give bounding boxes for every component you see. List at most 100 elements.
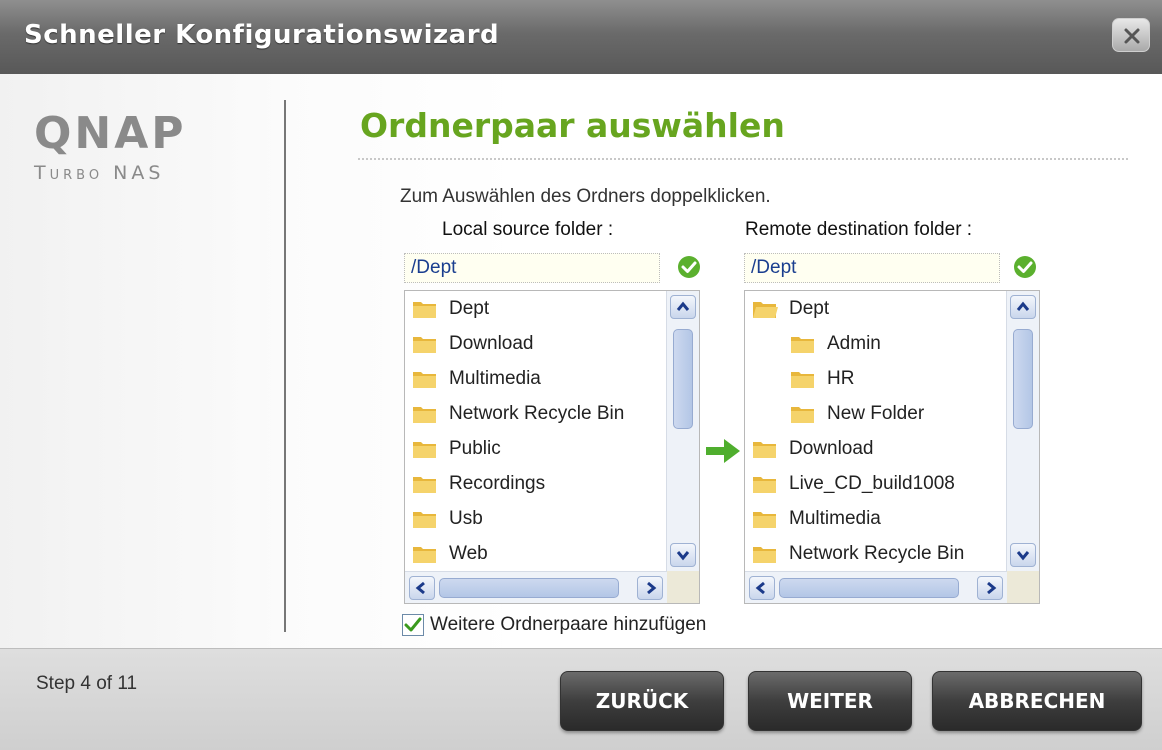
page-title: Ordnerpaar auswählen bbox=[360, 106, 785, 145]
scroll-right-button[interactable] bbox=[977, 576, 1003, 600]
folder-icon bbox=[753, 476, 776, 493]
scroll-up-button[interactable] bbox=[1010, 295, 1036, 319]
folder-tree-item[interactable]: New Folder bbox=[745, 396, 1007, 431]
folder-name: Download bbox=[449, 332, 534, 354]
remote-vertical-scrollbar[interactable] bbox=[1006, 291, 1039, 571]
close-button[interactable] bbox=[1112, 18, 1150, 52]
back-button[interactable]: ZURÜCK bbox=[560, 671, 724, 731]
folder-name: Public bbox=[449, 437, 501, 459]
folder-name: Usb bbox=[449, 507, 483, 529]
folder-tree-item[interactable]: Usb bbox=[405, 501, 667, 536]
folder-tree-item[interactable]: Download bbox=[745, 431, 1007, 466]
chevron-right-icon bbox=[987, 581, 997, 595]
folder-icon bbox=[413, 301, 436, 318]
remote-folder-rows: Dept Admin HR New Folder Download Live_CD_bui… bbox=[745, 291, 1007, 571]
remote-folder-tree[interactable]: Dept Admin HR New Folder Download Live_CD_bui… bbox=[744, 290, 1040, 604]
folder-tree-item[interactable]: HR bbox=[745, 361, 1007, 396]
folder-tree-item[interactable]: Download bbox=[405, 326, 667, 361]
folder-icon bbox=[413, 441, 436, 458]
local-path-field[interactable]: /Dept bbox=[404, 253, 660, 283]
chevron-right-icon bbox=[647, 581, 657, 595]
folder-name: Admin bbox=[827, 332, 881, 354]
arrow-right-icon bbox=[706, 439, 740, 463]
folder-icon bbox=[413, 406, 436, 423]
folder-tree-item[interactable]: Public bbox=[405, 431, 667, 466]
wizard-footer: Step 4 of 11 ZURÜCK WEITER ABBRECHEN bbox=[0, 648, 1162, 750]
folder-name: Live_CD_build1008 bbox=[789, 472, 955, 494]
folder-icon bbox=[791, 371, 814, 388]
folder-name: Multimedia bbox=[449, 367, 541, 389]
folder-tree-item[interactable]: Network Recycle Bin bbox=[745, 536, 1007, 571]
remote-path-field[interactable]: /Dept bbox=[744, 253, 1000, 283]
scroll-right-button[interactable] bbox=[637, 576, 663, 600]
chevron-down-icon bbox=[1016, 551, 1030, 561]
chevron-up-icon bbox=[1016, 301, 1030, 311]
folder-icon bbox=[753, 511, 776, 528]
add-more-pairs-checkbox[interactable] bbox=[402, 614, 424, 636]
folder-name: Download bbox=[789, 437, 874, 459]
add-more-pairs-label: Weitere Ordnerpaare hinzufügen bbox=[430, 614, 707, 635]
title-bar: Schneller Konfigurationswizard bbox=[0, 0, 1162, 75]
instruction-text: Zum Auswählen des Ordners doppelklicken. bbox=[400, 186, 771, 207]
folder-icon bbox=[753, 546, 776, 563]
folder-tree-item[interactable]: Network Recycle Bin bbox=[405, 396, 667, 431]
chevron-up-icon bbox=[676, 301, 690, 311]
folder-tree-item[interactable]: Recordings bbox=[405, 466, 667, 501]
brand-subtitle: Turbo NAS bbox=[34, 162, 165, 184]
chevron-down-icon bbox=[676, 551, 690, 561]
qnap-logo: QNAP bbox=[34, 108, 187, 159]
scroll-thumb[interactable] bbox=[1013, 329, 1033, 429]
local-folder-label: Local source folder : bbox=[442, 219, 614, 240]
remote-folder-label: Remote destination folder : bbox=[745, 219, 973, 240]
chevron-left-icon bbox=[415, 581, 425, 595]
cancel-button[interactable]: ABBRECHEN bbox=[932, 671, 1142, 731]
next-button[interactable]: WEITER bbox=[748, 671, 912, 731]
local-vertical-scrollbar[interactable] bbox=[666, 291, 699, 571]
folder-icon bbox=[413, 476, 436, 493]
scroll-down-button[interactable] bbox=[1010, 543, 1036, 567]
folder-tree-item[interactable]: Multimedia bbox=[745, 501, 1007, 536]
folder-name: Web bbox=[449, 542, 488, 564]
folder-tree-item[interactable]: Web bbox=[405, 536, 667, 571]
folder-tree-item[interactable]: Admin bbox=[745, 326, 1007, 361]
folder-name: Network Recycle Bin bbox=[449, 402, 625, 424]
check-circle-icon bbox=[1014, 256, 1036, 278]
chevron-left-icon bbox=[755, 581, 765, 595]
folder-icon bbox=[791, 336, 814, 353]
folder-tree-item[interactable]: Live_CD_build1008 bbox=[745, 466, 1007, 501]
folder-name: Network Recycle Bin bbox=[789, 542, 965, 564]
window-title: Schneller Konfigurationswizard bbox=[24, 20, 500, 50]
local-folder-tree[interactable]: Dept Download Multimedia Network Recycle Bi… bbox=[404, 290, 700, 604]
folder-name: New Folder bbox=[827, 402, 925, 424]
close-icon bbox=[1124, 28, 1140, 44]
folder-icon bbox=[413, 336, 436, 353]
folder-icon bbox=[791, 406, 814, 423]
heading-underline bbox=[358, 158, 1128, 160]
step-indicator: Step 4 of 11 bbox=[36, 673, 138, 694]
folder-open-icon bbox=[753, 301, 778, 318]
folder-name: Dept bbox=[789, 297, 830, 319]
scroll-left-button[interactable] bbox=[749, 576, 775, 600]
check-circle-icon bbox=[678, 256, 700, 278]
local-folder-rows: Dept Download Multimedia Network Recycle Bi… bbox=[405, 291, 667, 571]
scroll-thumb[interactable] bbox=[779, 578, 959, 598]
folder-icon bbox=[413, 546, 436, 563]
folder-name: Recordings bbox=[449, 472, 546, 494]
folder-name: Dept bbox=[449, 297, 490, 319]
folder-icon bbox=[413, 371, 436, 388]
folder-tree-item[interactable]: Multimedia bbox=[405, 361, 667, 396]
scroll-up-button[interactable] bbox=[670, 295, 696, 319]
folder-name: HR bbox=[827, 367, 855, 389]
scroll-thumb[interactable] bbox=[439, 578, 619, 598]
scroll-left-button[interactable] bbox=[409, 576, 435, 600]
vertical-divider bbox=[284, 100, 286, 632]
folder-tree-item[interactable]: Dept bbox=[745, 291, 1007, 326]
brand: QNAP Turbo NAS bbox=[34, 108, 234, 185]
folder-tree-item[interactable]: Dept bbox=[405, 291, 667, 326]
scroll-thumb[interactable] bbox=[673, 329, 693, 429]
local-horizontal-scrollbar[interactable] bbox=[405, 571, 667, 603]
remote-horizontal-scrollbar[interactable] bbox=[745, 571, 1007, 603]
scrollbar-corner bbox=[1007, 571, 1039, 603]
scroll-down-button[interactable] bbox=[670, 543, 696, 567]
scrollbar-corner bbox=[667, 571, 699, 603]
